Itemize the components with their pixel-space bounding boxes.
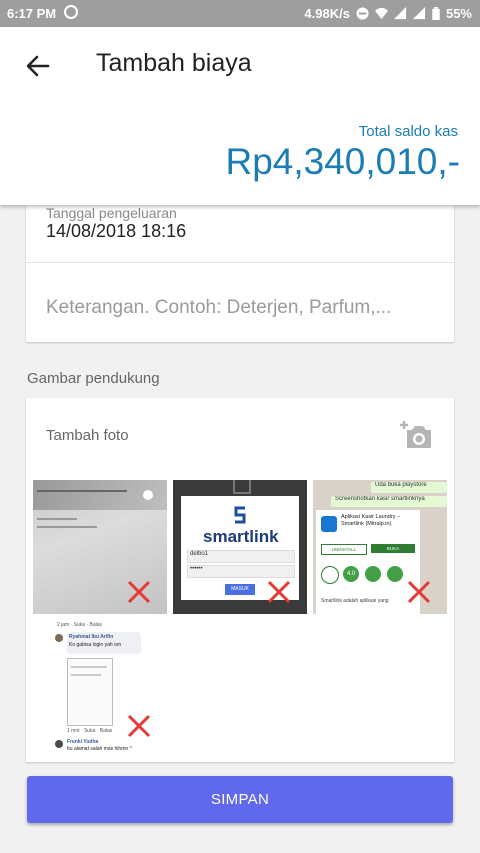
username-field: delbo1 xyxy=(187,550,295,563)
description-input[interactable] xyxy=(46,297,436,319)
signal-icon-2 xyxy=(412,7,426,20)
chat-bubble: Screenshotkan kasir smartlinknya xyxy=(331,496,447,507)
divider xyxy=(26,262,454,263)
comment-text: Itu alamat salah mas hihmo ^ xyxy=(67,746,132,752)
remove-photo-icon[interactable] xyxy=(127,580,151,604)
whatsapp-notification-icon xyxy=(64,5,78,19)
expense-form-card: Tanggal pengeluaran 14/08/2018 18:16 xyxy=(26,205,454,342)
chat-bubble: Uda buka playstore xyxy=(371,482,447,493)
wifi-icon xyxy=(374,7,388,20)
status-time: 6:17 PM xyxy=(7,6,57,21)
dnd-icon xyxy=(356,7,369,20)
saldo-value: Rp4,340,010,- xyxy=(225,141,460,182)
status-bar: 6:17 PM 4.98K/s 55% xyxy=(0,0,480,27)
add-camera-icon[interactable] xyxy=(400,418,434,450)
open-button: BUKA xyxy=(371,544,415,553)
store-description: Smartlink adalah aplikasi yang xyxy=(321,598,389,604)
battery-icon xyxy=(432,7,440,20)
attachments-card: Tambah foto smartlink delbo1 •••••• MASU… xyxy=(26,398,454,762)
date-field[interactable]: 14/08/2018 18:16 xyxy=(46,221,186,242)
app-icon xyxy=(321,516,337,532)
save-button[interactable]: SIMPAN xyxy=(27,776,453,823)
remove-photo-icon[interactable] xyxy=(267,580,291,604)
comment-author: Frenki Yudha xyxy=(67,739,99,745)
saldo-label: Total saldo kas xyxy=(358,123,458,140)
comment-author: Ryahmat Ibu Arifin xyxy=(69,634,114,640)
date-label: Tanggal pengeluaran xyxy=(46,205,177,221)
rating-badge: 4.0 xyxy=(343,566,359,582)
comment-meta: 2 jam · Suka · Balas xyxy=(57,622,103,628)
smartlink-logo-icon xyxy=(234,506,246,524)
logo-text: smartlink xyxy=(203,527,279,546)
status-icons: 4.98K/s 55% xyxy=(304,6,472,21)
remove-photo-icon[interactable] xyxy=(407,580,431,604)
attachments-section-label: Gambar pendukung xyxy=(27,370,160,387)
add-photo-label[interactable]: Tambah foto xyxy=(46,427,129,444)
uninstall-button: UNINSTALL xyxy=(321,544,367,555)
photo-thumbnail[interactable]: 2 jam · Suka · Balas Ryahmat Ibu Arifin … xyxy=(33,620,167,754)
remove-photo-icon[interactable] xyxy=(127,714,151,738)
login-button: MASUK xyxy=(225,584,255,595)
back-arrow-icon[interactable] xyxy=(22,50,54,82)
battery-percent: 55% xyxy=(445,6,472,21)
photo-thumbnail[interactable]: smartlink delbo1 •••••• MASUK xyxy=(173,480,307,614)
comment-text: Ko gabisa login yah om xyxy=(69,642,121,648)
store-app-name: Aplikasi Kasir Laundry – Smartlink (Mitr… xyxy=(341,514,401,527)
page-title: Tambah biaya xyxy=(96,49,252,77)
photo-thumbnail[interactable] xyxy=(33,480,167,614)
photo-thumbnail[interactable]: Uda buka playstore Screenshotkan kasir s… xyxy=(313,480,447,614)
app-bar: Tambah biaya Total saldo kas Rp4,340,010… xyxy=(0,27,480,205)
network-speed: 4.98K/s xyxy=(304,6,350,21)
signal-icon-1 xyxy=(393,7,407,20)
password-field: •••••• xyxy=(187,565,295,578)
